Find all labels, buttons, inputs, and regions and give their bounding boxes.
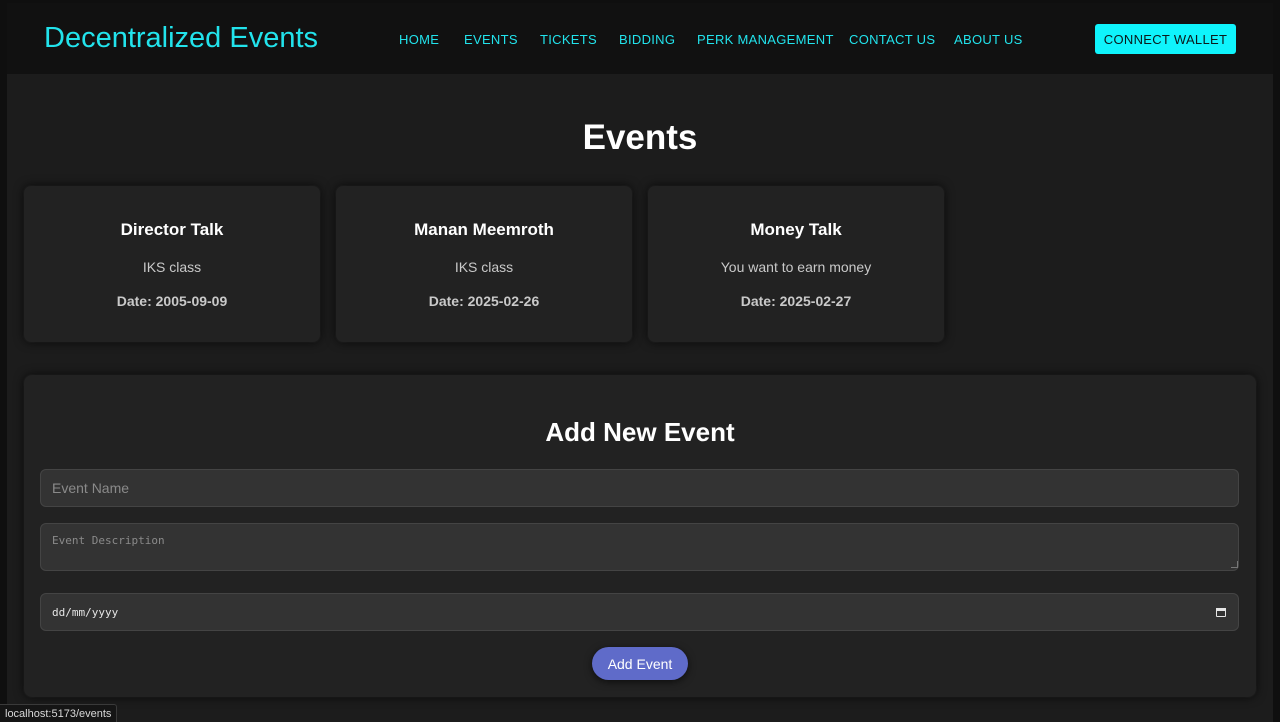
nav-link-contact-us[interactable]: CONTACT US bbox=[849, 32, 935, 47]
event-description: IKS class bbox=[142, 259, 202, 275]
event-name: Money Talk bbox=[750, 220, 842, 239]
event-date: Date: 2025-02-26 bbox=[428, 293, 540, 309]
status-bar-url: localhost:5173/events bbox=[0, 704, 118, 722]
add-event-button[interactable]: Add Event bbox=[592, 647, 688, 680]
event-description: You want to earn money bbox=[720, 259, 872, 275]
event-name: Manan Meemroth bbox=[414, 220, 554, 239]
nav-link-tickets[interactable]: TICKETS bbox=[540, 32, 597, 47]
event-card[interactable]: Money Talk You want to earn money Date: … bbox=[648, 186, 944, 342]
connect-wallet-button[interactable]: CONNECT WALLET bbox=[1095, 24, 1236, 54]
add-event-form: Add New Event dd/mm/yyyy Add Event bbox=[24, 375, 1256, 697]
event-card[interactable]: Director Talk IKS class Date: 2005-09-09 bbox=[24, 186, 320, 342]
date-placeholder: dd/mm/yyyy bbox=[52, 605, 119, 619]
event-date: Date: 2025-02-27 bbox=[740, 293, 852, 309]
calendar-icon[interactable] bbox=[1215, 606, 1227, 618]
nav-links: HOME EVENTS TICKETS BIDDING PERK MANAGEM… bbox=[7, 32, 1273, 52]
event-date: Date: 2005-09-09 bbox=[116, 293, 228, 309]
event-name-input[interactable] bbox=[40, 469, 1239, 507]
event-card[interactable]: Manan Meemroth IKS class Date: 2025-02-2… bbox=[336, 186, 632, 342]
page-title: Events bbox=[582, 118, 698, 157]
event-description: IKS class bbox=[454, 259, 514, 275]
nav-link-perk-management[interactable]: PERK MANAGEMENT bbox=[697, 32, 834, 47]
event-name: Director Talk bbox=[120, 220, 224, 239]
nav-link-bidding[interactable]: BIDDING bbox=[619, 32, 675, 47]
navbar: Decentralized Events HOME EVENTS TICKETS… bbox=[7, 3, 1273, 74]
nav-link-home[interactable]: HOME bbox=[399, 32, 439, 47]
event-description-textarea[interactable] bbox=[40, 523, 1239, 571]
form-title: Add New Event bbox=[545, 417, 735, 447]
event-date-input[interactable]: dd/mm/yyyy bbox=[40, 593, 1239, 631]
nav-link-about-us[interactable]: ABOUT US bbox=[954, 32, 1023, 47]
nav-link-events[interactable]: EVENTS bbox=[464, 32, 518, 47]
